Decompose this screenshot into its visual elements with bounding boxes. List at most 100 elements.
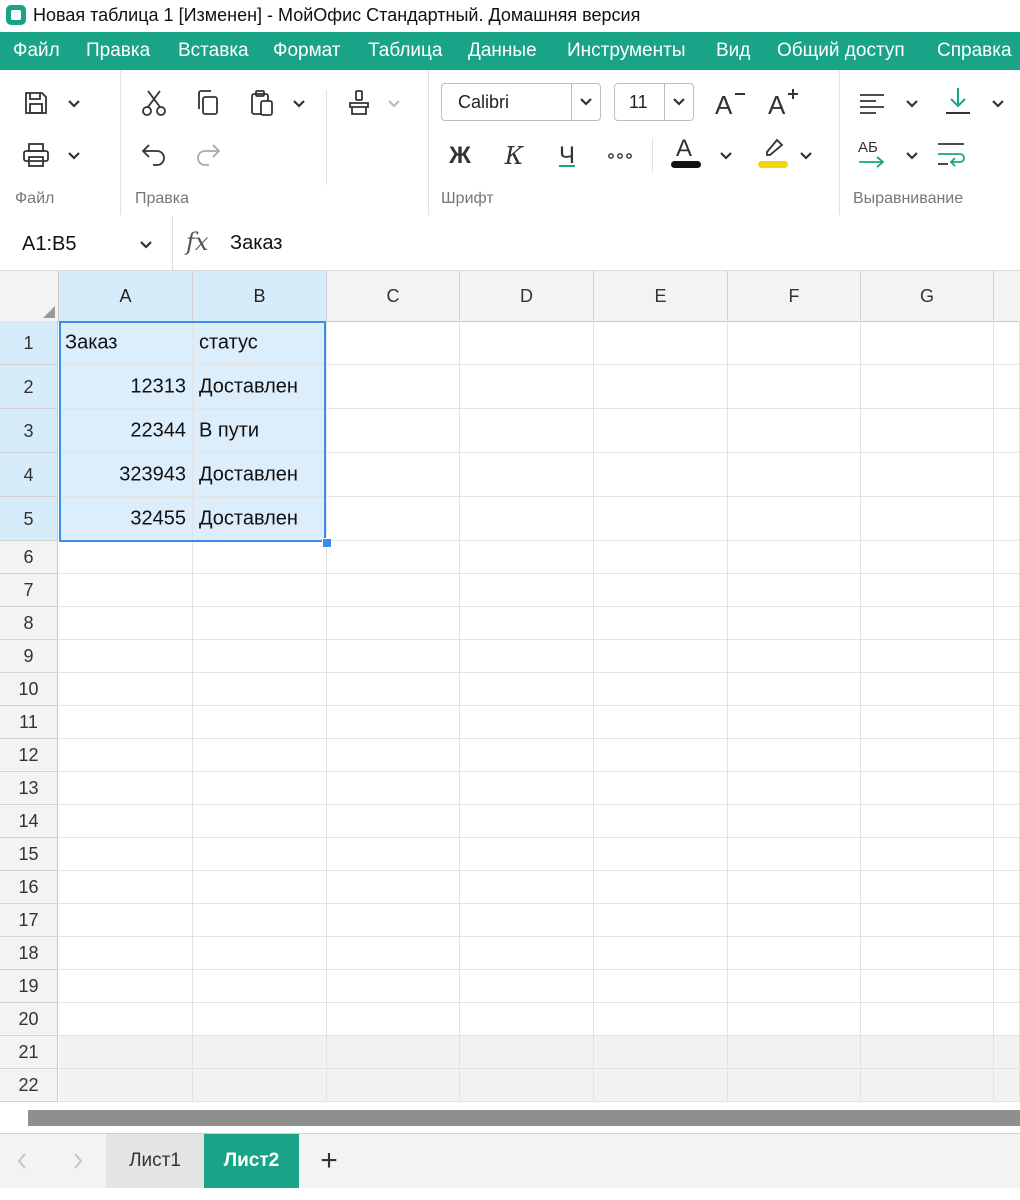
row-header-9[interactable]: 9	[0, 640, 58, 673]
cell[interactable]	[460, 706, 594, 739]
cell[interactable]	[460, 772, 594, 805]
cell[interactable]	[861, 772, 994, 805]
add-sheet-button[interactable]: +	[309, 1134, 349, 1188]
row-header-16[interactable]: 16	[0, 871, 58, 904]
cell[interactable]	[327, 970, 460, 1003]
cell[interactable]	[861, 1069, 994, 1102]
cell[interactable]	[460, 871, 594, 904]
cell[interactable]	[460, 409, 594, 453]
cell[interactable]	[861, 970, 994, 1003]
cell[interactable]	[728, 607, 861, 640]
cell[interactable]	[59, 970, 193, 1003]
copy-icon[interactable]	[192, 87, 224, 119]
cell[interactable]	[994, 970, 1020, 1003]
cell[interactable]	[994, 453, 1020, 497]
cell[interactable]	[193, 1036, 327, 1069]
cell[interactable]	[460, 607, 594, 640]
cell[interactable]	[861, 365, 994, 409]
cell[interactable]	[59, 706, 193, 739]
column-header-g[interactable]: G	[861, 271, 994, 321]
cell[interactable]	[193, 541, 327, 574]
cell[interactable]	[59, 871, 193, 904]
cell[interactable]	[861, 937, 994, 970]
cell[interactable]	[327, 937, 460, 970]
save-icon[interactable]	[20, 87, 52, 119]
font-name-chevron-icon[interactable]	[571, 84, 600, 120]
cell[interactable]: Доставлен	[193, 497, 327, 541]
cell[interactable]	[460, 673, 594, 706]
cell[interactable]	[728, 673, 861, 706]
cell[interactable]	[861, 409, 994, 453]
row-header-4[interactable]: 4	[0, 453, 58, 497]
cell[interactable]	[460, 321, 594, 365]
row-header-18[interactable]: 18	[0, 937, 58, 970]
cell[interactable]	[728, 970, 861, 1003]
formula-input[interactable]: Заказ	[230, 232, 282, 255]
cell[interactable]	[460, 970, 594, 1003]
cell[interactable]	[994, 541, 1020, 574]
cell[interactable]: 323943	[59, 453, 193, 497]
undo-icon[interactable]	[138, 138, 170, 170]
cell[interactable]	[994, 706, 1020, 739]
cell[interactable]	[861, 607, 994, 640]
cell[interactable]	[994, 1003, 1020, 1036]
cell[interactable]	[460, 365, 594, 409]
cell[interactable]	[728, 706, 861, 739]
row-header-22[interactable]: 22	[0, 1069, 58, 1102]
align-vertical-chevron-icon[interactable]	[990, 96, 1006, 112]
cell[interactable]	[728, 321, 861, 365]
cell[interactable]	[327, 497, 460, 541]
cell[interactable]	[728, 1036, 861, 1069]
cell[interactable]	[327, 1036, 460, 1069]
cell[interactable]	[594, 871, 728, 904]
cell[interactable]	[594, 321, 728, 365]
cell[interactable]	[594, 409, 728, 453]
column-header-f[interactable]: F	[728, 271, 861, 321]
cell[interactable]	[193, 970, 327, 1003]
cell[interactable]	[728, 541, 861, 574]
cell[interactable]	[994, 607, 1020, 640]
cell[interactable]	[594, 838, 728, 871]
cell[interactable]	[994, 1036, 1020, 1069]
cell[interactable]	[193, 838, 327, 871]
column-header-e[interactable]: E	[594, 271, 728, 321]
menu-insert[interactable]: Вставка	[178, 40, 249, 62]
cell[interactable]	[460, 805, 594, 838]
cell[interactable]	[327, 365, 460, 409]
cell[interactable]	[728, 805, 861, 838]
align-left-icon[interactable]	[856, 87, 888, 119]
text-direction-icon[interactable]: АБ	[856, 138, 888, 170]
cell[interactable]: Доставлен	[193, 453, 327, 497]
cell[interactable]	[994, 838, 1020, 871]
cell[interactable]	[861, 1003, 994, 1036]
column-header-d[interactable]: D	[460, 271, 594, 321]
align-horizontal-chevron-icon[interactable]	[904, 96, 920, 112]
cell[interactable]	[861, 453, 994, 497]
cell[interactable]	[994, 739, 1020, 772]
menu-tools[interactable]: Инструменты	[567, 40, 685, 62]
cell[interactable]	[994, 772, 1020, 805]
cell[interactable]	[460, 1036, 594, 1069]
bold-button[interactable]: Ж	[444, 140, 476, 172]
cell[interactable]	[594, 673, 728, 706]
cell[interactable]: Заказ	[59, 321, 193, 365]
cell[interactable]	[193, 706, 327, 739]
cell[interactable]	[460, 497, 594, 541]
cell[interactable]	[861, 541, 994, 574]
row-header-8[interactable]: 8	[0, 607, 58, 640]
cell[interactable]	[59, 673, 193, 706]
row-header-5[interactable]: 5	[0, 497, 58, 541]
name-box-chevron-icon[interactable]	[139, 237, 153, 255]
cell[interactable]	[193, 739, 327, 772]
cell[interactable]	[327, 453, 460, 497]
save-dropdown-chevron-icon[interactable]	[66, 96, 82, 112]
menu-table[interactable]: Таблица	[368, 40, 443, 62]
cell[interactable]	[994, 1069, 1020, 1102]
cell[interactable]	[460, 739, 594, 772]
sheet-tab-2-active[interactable]: Лист2	[204, 1134, 299, 1188]
cell[interactable]	[460, 838, 594, 871]
cell[interactable]	[728, 365, 861, 409]
cell[interactable]	[460, 640, 594, 673]
cell[interactable]	[193, 772, 327, 805]
cell[interactable]	[327, 772, 460, 805]
